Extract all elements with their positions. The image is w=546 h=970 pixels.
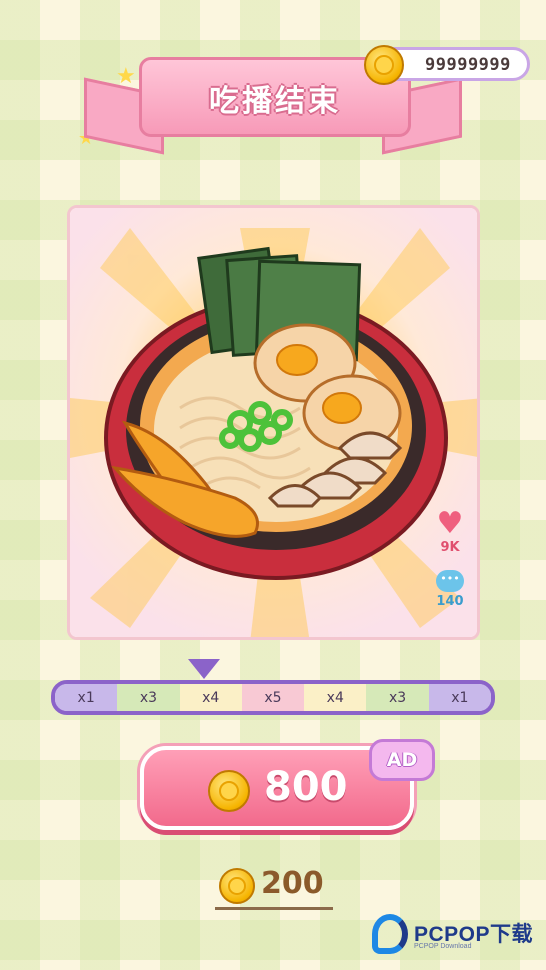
watermark-subtitle: PCPOP Download <box>414 943 472 950</box>
ramen-bowl-icon <box>70 228 477 637</box>
multiplier-segment: x4 <box>304 684 367 711</box>
page-title: 吃播结束 <box>209 84 341 119</box>
coin-balance: 99999999 <box>425 55 511 75</box>
coin-icon <box>364 45 404 85</box>
comment-count: 140 <box>436 594 464 609</box>
pcpop-logo-icon <box>372 914 408 954</box>
chat-bubble-icon: ••• <box>436 570 464 592</box>
dish-card: ♥ 9K ••• 140 <box>67 205 480 640</box>
multiplier-segment: x1 <box>55 684 118 711</box>
ad-reward-amount: 800 <box>264 764 348 810</box>
multiplier-segment: x3 <box>117 684 180 711</box>
coin-icon <box>219 868 255 904</box>
ad-label: AD <box>386 749 418 771</box>
multiplier-segment: x4 <box>179 684 242 711</box>
like-button[interactable]: ♥ 9K <box>430 508 470 563</box>
claim-reward-button[interactable]: 200 <box>215 862 333 910</box>
coin-icon <box>208 770 250 812</box>
like-count: 9K <box>440 540 460 555</box>
multiplier-segment: x3 <box>366 684 429 711</box>
ad-badge: AD <box>369 739 435 781</box>
heart-icon: ♥ <box>436 506 464 541</box>
multiplier-segment: x1 <box>428 684 491 711</box>
multiplier-bar: x1 x3 x4 x5 x4 x3 x1 <box>51 680 495 715</box>
plain-reward-amount: 200 <box>261 866 324 901</box>
comment-button[interactable]: ••• 140 <box>430 566 470 616</box>
multiplier-segment: x5 <box>241 684 305 711</box>
multiplier-pointer-icon <box>188 659 220 679</box>
